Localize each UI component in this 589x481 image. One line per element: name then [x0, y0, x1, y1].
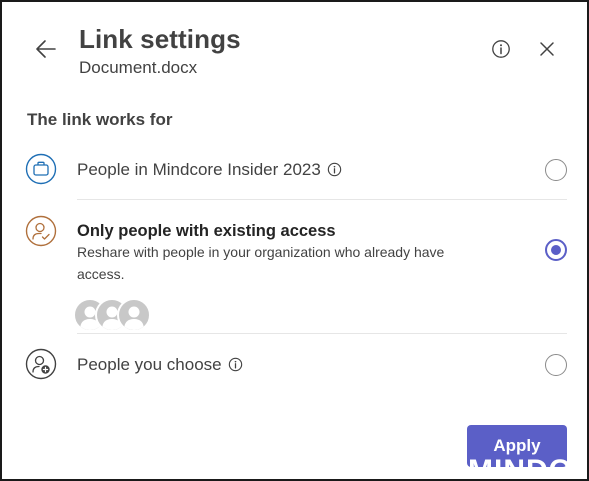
link-settings-dialog: Link settings Document.docx The link wor…	[0, 0, 589, 481]
info-button[interactable]	[488, 36, 514, 62]
person-add-icon	[25, 348, 57, 380]
option-label: Only people with existing access	[77, 222, 336, 240]
section-label: The link works for	[27, 110, 173, 129]
divider	[77, 199, 567, 200]
document-name: Document.docx	[79, 58, 198, 77]
option-label-text: People in Mindcore Insider 2023	[77, 160, 321, 179]
close-icon	[540, 42, 554, 56]
option-label: People you choose	[77, 355, 243, 377]
info-icon[interactable]	[228, 357, 243, 377]
option-label-text: People you choose	[77, 355, 222, 374]
option-existing-access[interactable]: Only people with existing access Reshare…	[25, 214, 567, 332]
option-organization[interactable]: People in Mindcore Insider 2023	[25, 152, 567, 188]
option-radio-selected[interactable]	[545, 239, 567, 261]
back-button[interactable]	[32, 35, 60, 63]
option-radio[interactable]	[545, 354, 567, 376]
person-check-icon	[25, 215, 57, 247]
close-button[interactable]	[534, 36, 560, 62]
back-arrow-icon	[36, 40, 56, 58]
divider	[77, 333, 567, 334]
avatar	[117, 298, 151, 332]
info-icon[interactable]	[327, 162, 342, 182]
option-description: Reshare with people in your organization…	[77, 244, 445, 282]
option-radio[interactable]	[545, 159, 567, 181]
apply-button[interactable]: Apply	[467, 425, 567, 467]
info-icon	[492, 40, 510, 58]
option-people-you-choose[interactable]: People you choose	[25, 348, 567, 384]
option-label: People in Mindcore Insider 2023	[77, 160, 342, 182]
avatar-group	[73, 298, 153, 332]
dialog-title: Link settings	[79, 24, 241, 54]
briefcase-icon	[25, 153, 57, 185]
